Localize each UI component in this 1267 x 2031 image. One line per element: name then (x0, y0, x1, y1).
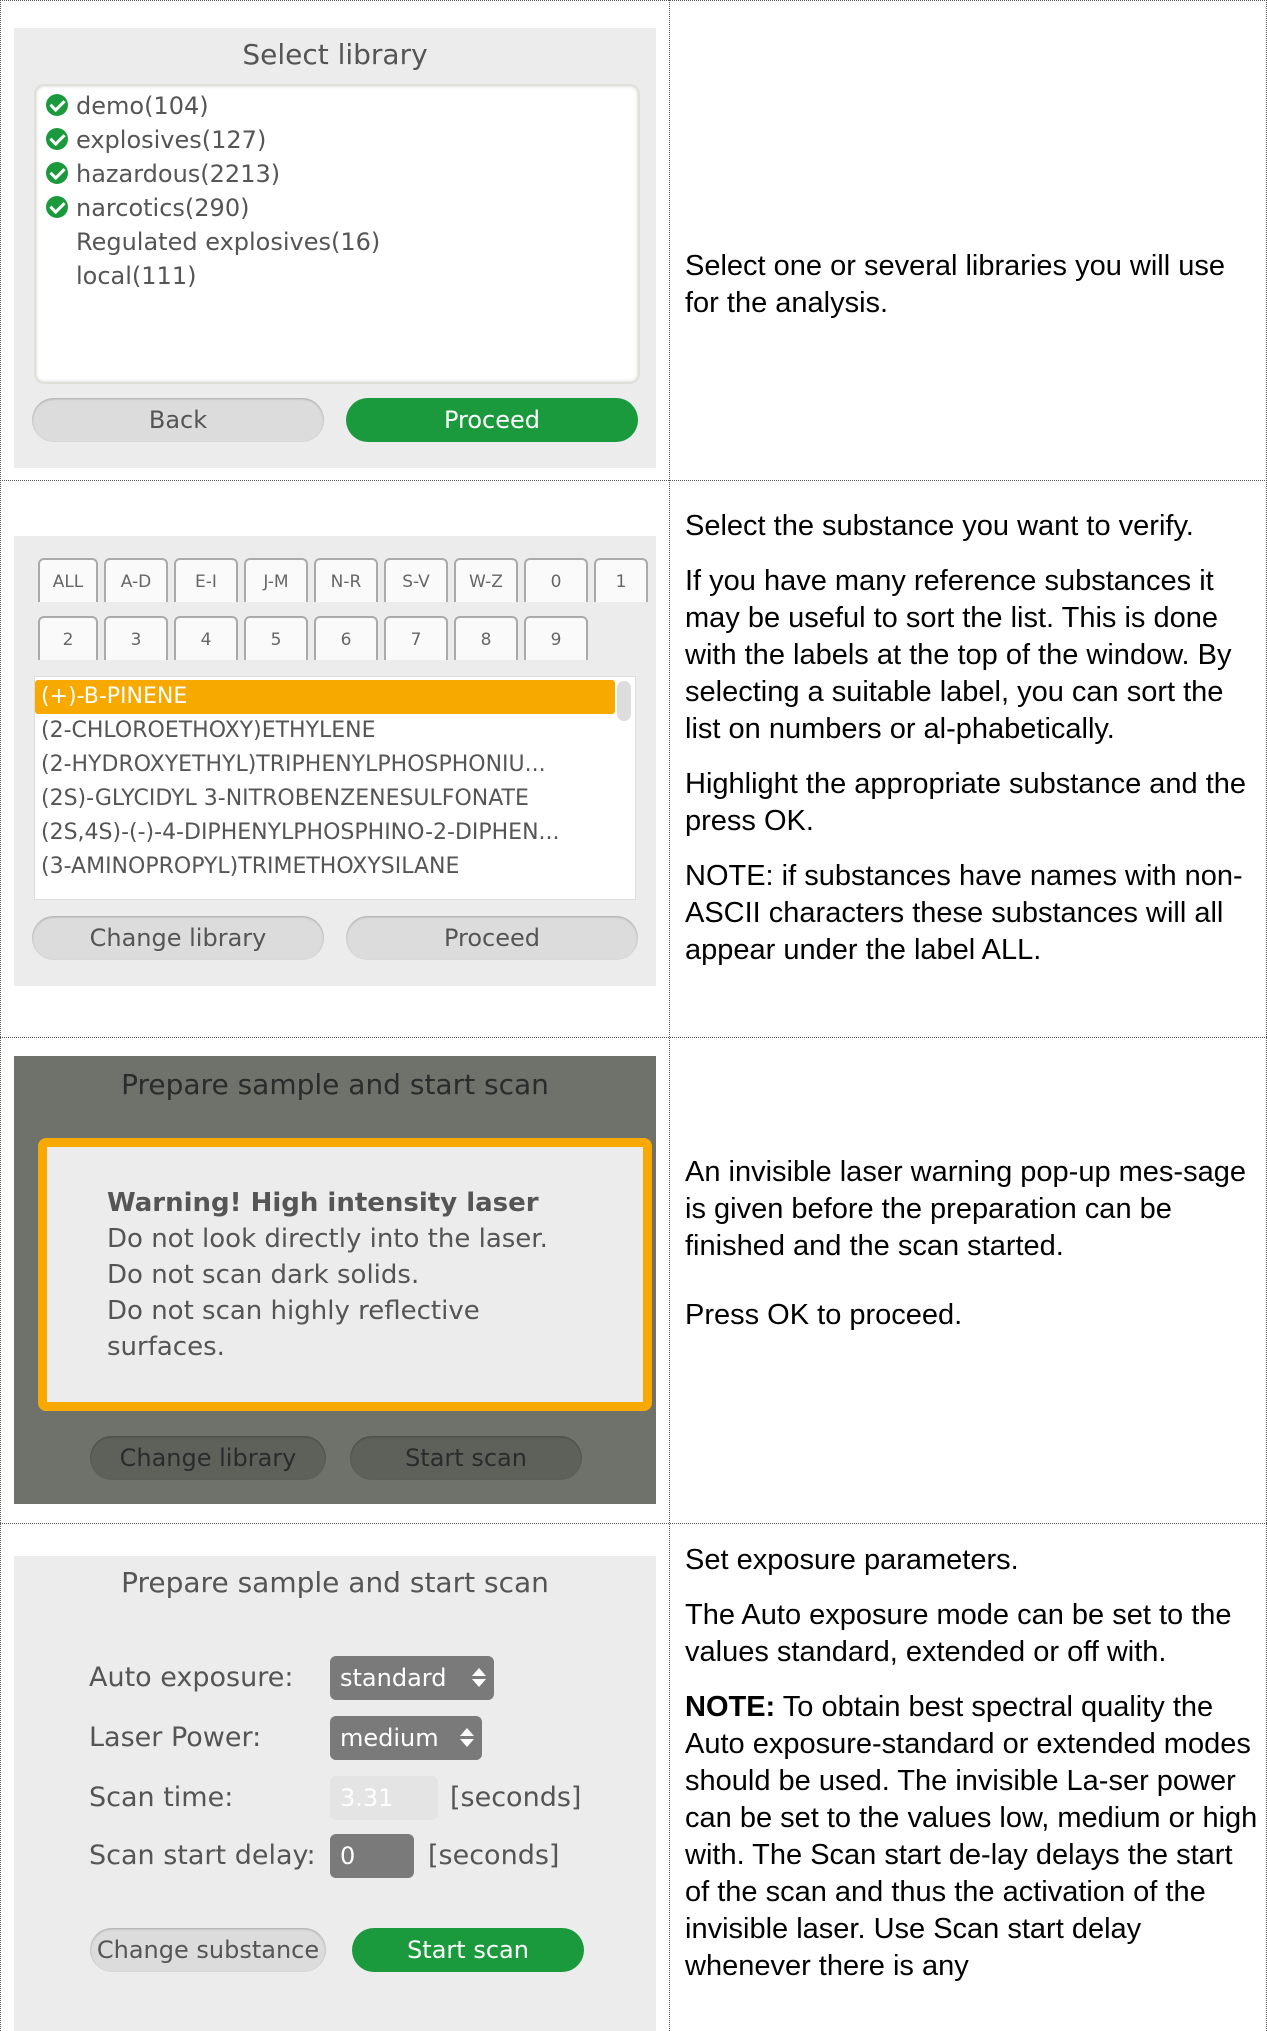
warning-line: Do not scan highly reflective (107, 1296, 480, 1326)
check-icon (46, 94, 68, 116)
list-item[interactable]: (2S)-GLYCIDYL 3-NITROBENZENESULFONATE (35, 782, 615, 816)
library-item[interactable]: Regulated explosives(16) (46, 226, 380, 258)
exposure-params-screen: Prepare sample and start scan Auto expos… (14, 1556, 656, 2031)
check-icon (46, 162, 68, 184)
tab-9[interactable]: 9 (524, 616, 588, 660)
list-item[interactable]: (2-CHLOROETHOXY)ETHYLENE (35, 714, 615, 748)
tab-8[interactable]: 8 (454, 616, 518, 660)
table-left-border (0, 0, 1, 2031)
tab-1[interactable]: 1 (594, 558, 648, 602)
warning-dialog[interactable]: Warning! High intensity laser Do not loo… (38, 1138, 652, 1411)
tab-7[interactable]: 7 (384, 616, 448, 660)
start-scan-button[interactable]: Start scan (350, 1436, 582, 1480)
tab-a-d[interactable]: A-D (104, 558, 168, 602)
select-arrows-icon (460, 1728, 474, 1748)
check-icon (46, 128, 68, 150)
tab-5[interactable]: 5 (244, 616, 308, 660)
tab-e-i[interactable]: E-I (174, 558, 238, 602)
scan-time-label: Scan time: (89, 1782, 234, 1813)
table-top-border (0, 0, 1267, 1)
laser-warning-screen: Prepare sample and start scan Warning! H… (14, 1056, 656, 1504)
warning-line: Do not scan dark solids. (107, 1260, 420, 1290)
start-scan-button[interactable]: Start scan (352, 1928, 584, 1972)
auto-exposure-label: Auto exposure: (89, 1662, 294, 1693)
change-library-button[interactable]: Change library (32, 916, 324, 960)
row1-description: Select one or several libraries you will… (685, 250, 1225, 319)
check-icon (46, 196, 68, 218)
select-substance-screen: ALL A-D E-I J-M N-R S-V W-Z 0 1 2 3 4 5 … (14, 536, 656, 986)
proceed-button[interactable]: Proceed (346, 916, 638, 960)
list-scrollbar[interactable] (617, 681, 631, 721)
proceed-button[interactable]: Proceed (346, 398, 638, 442)
scan-time-unit: [seconds] (450, 1782, 582, 1813)
tab-j-m[interactable]: J-M (244, 558, 308, 602)
row3-description: An invisible laser warning pop-up mes-sa… (685, 1156, 1246, 1331)
list-item[interactable]: (2S,4S)-(-)-4-DIPHENYLPHOSPHINO-2-DIPHEN… (35, 816, 615, 850)
tab-4[interactable]: 4 (174, 616, 238, 660)
change-library-button[interactable]: Change library (90, 1436, 326, 1480)
row-divider (0, 1037, 1267, 1038)
laser-power-label: Laser Power: (89, 1722, 262, 1753)
tab-s-v[interactable]: S-V (384, 558, 448, 602)
tab-3[interactable]: 3 (104, 616, 168, 660)
list-item[interactable]: (2-HYDROXYETHYL)TRIPHENYLPHOSPHONIU... (35, 748, 615, 782)
scan-time-field: 3.31 (330, 1776, 438, 1820)
row-divider (0, 1523, 1267, 1524)
warning-line: Do not look directly into the laser. (107, 1224, 548, 1254)
back-button[interactable]: Back (32, 398, 324, 442)
tab-6[interactable]: 6 (314, 616, 378, 660)
scan-delay-label: Scan start delay: (89, 1840, 316, 1871)
screen-title: Select library (242, 38, 428, 71)
select-library-screen: Select library demo(104) explosives(127)… (14, 28, 656, 468)
table-column-divider (669, 0, 670, 2031)
scan-delay-unit: [seconds] (428, 1840, 560, 1871)
tab-w-z[interactable]: W-Z (454, 558, 518, 602)
warning-line: surfaces. (107, 1332, 225, 1362)
library-item[interactable]: narcotics(290) (46, 192, 249, 224)
screen-title: Prepare sample and start scan (121, 1068, 549, 1101)
warning-heading: Warning! High intensity laser (107, 1188, 539, 1218)
tab-2[interactable]: 2 (38, 616, 98, 660)
library-item[interactable]: demo(104) (46, 90, 209, 122)
tab-n-r[interactable]: N-R (314, 558, 378, 602)
substance-list: (+)-B-PINENE (2-CHLOROETHOXY)ETHYLENE (2… (34, 676, 636, 900)
list-item[interactable]: (+)-B-PINENE (35, 680, 615, 714)
list-item[interactable]: (3-AMINOPROPYL)TRIMETHOXYSILANE (35, 850, 615, 884)
laser-power-select[interactable]: medium (330, 1716, 482, 1760)
row2-description: Select the substance you want to verify.… (685, 510, 1247, 966)
auto-exposure-select[interactable]: standard (330, 1656, 494, 1700)
screen-title: Prepare sample and start scan (121, 1566, 549, 1599)
tab-all[interactable]: ALL (38, 558, 98, 602)
row4-description: Set exposure parameters. The Auto exposu… (685, 1544, 1258, 1982)
library-list: demo(104) explosives(127) hazardous(2213… (34, 84, 640, 384)
library-item[interactable]: hazardous(2213) (46, 158, 280, 190)
tab-0[interactable]: 0 (524, 558, 588, 602)
library-item[interactable]: local(111) (46, 260, 196, 292)
scan-delay-input[interactable]: 0 (330, 1834, 414, 1878)
change-substance-button[interactable]: Change substance (90, 1928, 326, 1972)
select-arrows-icon (472, 1668, 486, 1688)
library-item[interactable]: explosives(127) (46, 124, 266, 156)
row-divider (0, 480, 1267, 481)
